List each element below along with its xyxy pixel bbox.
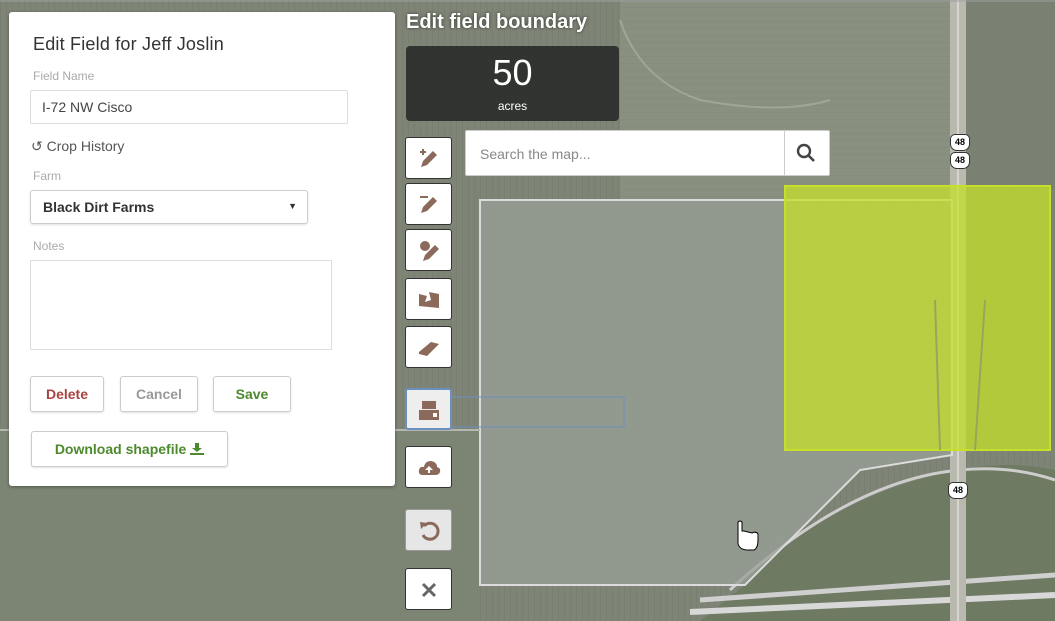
close-tool[interactable] <box>405 568 452 610</box>
map-title: Edit field boundary <box>406 11 588 33</box>
erase-tool[interactable] <box>405 326 452 368</box>
acres-value: 50 <box>492 52 533 93</box>
merge-boundaries-tool[interactable] <box>405 388 452 430</box>
notes-textarea[interactable] <box>30 260 332 350</box>
download-icon <box>190 441 205 457</box>
route-shield: 48 <box>948 482 968 499</box>
field-name-label: Field Name <box>33 69 95 83</box>
route-shield: 48 <box>950 134 970 151</box>
farm-label: Farm <box>33 169 61 183</box>
farm-select[interactable]: Black Dirt Farms ▼ <box>30 190 308 224</box>
split-boundary-tool[interactable] <box>405 278 452 320</box>
upload-tool[interactable] <box>405 446 452 488</box>
pencil-icon <box>420 196 437 213</box>
split-map-icon <box>419 292 439 308</box>
farm-select-value: Black Dirt Farms <box>43 199 155 215</box>
edit-field-panel: Edit Field for Jeff Joslin Field Name I-… <box>9 12 395 486</box>
pencil-cut-icon <box>420 241 439 261</box>
cancel-button[interactable]: Cancel <box>120 376 198 412</box>
delete-button[interactable]: Delete <box>30 376 104 412</box>
acres-unit: acres <box>497 99 528 113</box>
merge-blocks-icon <box>419 401 439 420</box>
close-icon <box>421 582 437 598</box>
chevron-down-icon: ▼ <box>288 201 297 211</box>
pencil-plus-icon <box>420 149 437 167</box>
field-name-input[interactable]: I-72 NW Cisco <box>30 90 348 124</box>
map-search: Search the map... <box>465 130 830 176</box>
panel-title: Edit Field for Jeff Joslin <box>33 34 224 54</box>
undo-icon <box>420 521 440 541</box>
notes-label: Notes <box>33 239 65 253</box>
edit-boundary-tool[interactable] <box>405 183 452 225</box>
history-icon: ↺ <box>31 138 43 154</box>
search-input[interactable]: Search the map... <box>480 146 591 162</box>
save-button[interactable]: Save <box>213 376 291 412</box>
draw-new-boundary-tool[interactable] <box>405 137 452 179</box>
undo-tool[interactable] <box>405 509 452 551</box>
download-shapefile-label: Download shapefile <box>54 441 187 457</box>
download-shapefile-button[interactable]: Download shapefile <box>31 431 228 467</box>
cloud-upload-icon <box>418 461 441 475</box>
crop-history-label: Crop History <box>46 138 125 154</box>
acres-display: 50 acres <box>406 46 619 121</box>
draw-cutout-tool[interactable] <box>405 229 452 271</box>
crop-history-link[interactable]: ↺ Crop History <box>31 138 124 155</box>
route-shield: 48 <box>950 152 970 169</box>
search-icon <box>796 143 815 162</box>
eraser-icon <box>419 342 439 356</box>
search-button[interactable] <box>784 131 829 175</box>
